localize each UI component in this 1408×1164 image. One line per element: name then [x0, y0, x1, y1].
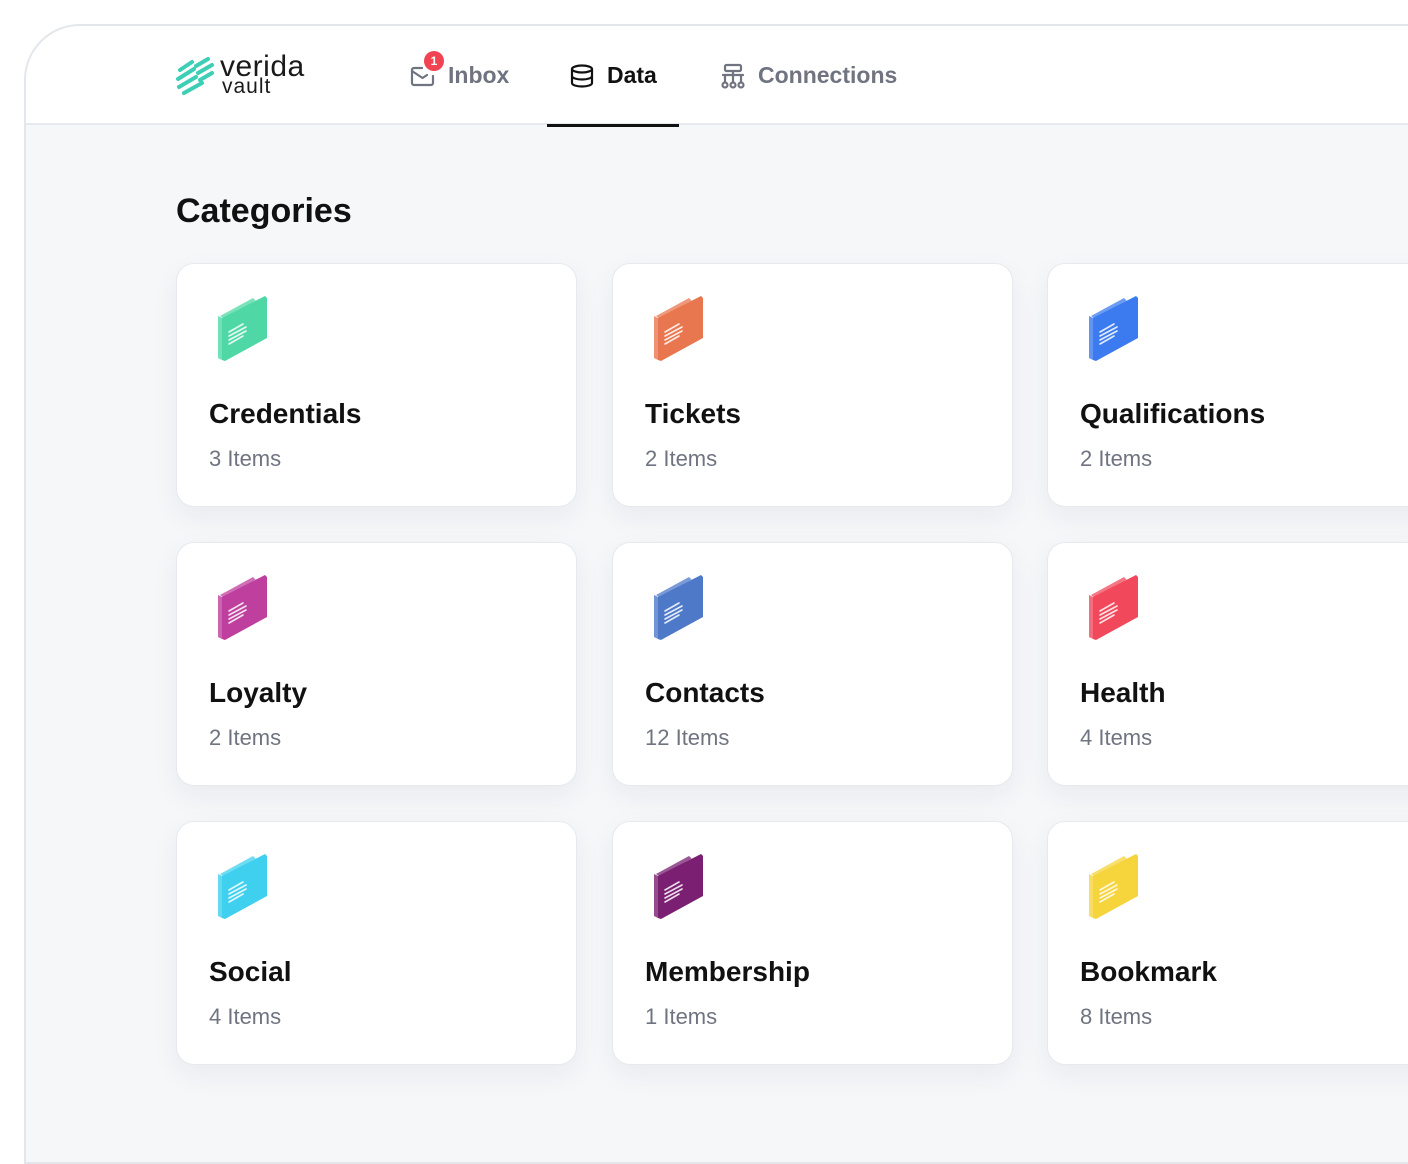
category-item-count: 2 Items	[645, 446, 718, 471]
folder-icon	[215, 296, 271, 362]
folder-icon	[1086, 296, 1142, 362]
category-card-membership[interactable]: Membership 1 Items	[612, 821, 1013, 1065]
nav-tab-connections[interactable]: Connections	[720, 26, 897, 125]
category-name: Loyalty	[209, 677, 308, 708]
category-name: Contacts	[645, 677, 765, 708]
category-item-count: 2 Items	[209, 725, 282, 750]
category-card-loyalty[interactable]: Loyalty 2 Items	[176, 542, 577, 786]
category-item-count: 12 Items	[645, 725, 730, 750]
inbox-unread-badge: 1	[424, 50, 444, 71]
category-card-tickets[interactable]: Tickets 2 Items	[612, 263, 1013, 507]
folder-icon	[1086, 575, 1142, 641]
nav-tab-label: Data	[607, 62, 657, 88]
category-item-count: 4 Items	[1080, 725, 1153, 750]
app-window: verida vault 1 Inbox Data Connections Ca…	[24, 24, 1408, 1164]
connections-icon	[720, 63, 746, 89]
nav-tab-label: Connections	[758, 62, 898, 88]
category-name: Bookmark	[1080, 956, 1217, 987]
category-item-count: 4 Items	[209, 1004, 282, 1029]
category-name: Credentials	[209, 398, 362, 429]
verida-vault-logo[interactable]: verida vault	[174, 52, 314, 100]
folder-icon	[1086, 854, 1142, 920]
folder-icon	[215, 575, 271, 641]
nav-tab-inbox[interactable]: 1 Inbox	[410, 26, 509, 125]
category-card-contacts[interactable]: Contacts 12 Items	[612, 542, 1013, 786]
folder-icon	[651, 854, 707, 920]
category-item-count: 8 Items	[1080, 1004, 1153, 1029]
folder-icon	[651, 575, 707, 641]
top-navigation-bar: verida vault 1 Inbox Data Connections	[26, 26, 1408, 127]
category-card-health[interactable]: Health 4 Items	[1047, 542, 1408, 786]
inbox-icon: 1	[410, 50, 444, 89]
category-name: Membership	[645, 956, 810, 987]
category-name: Social	[209, 956, 292, 987]
category-card-qualifications[interactable]: Qualifications 2 Items	[1047, 263, 1408, 507]
category-item-count: 3 Items	[209, 446, 282, 471]
brand-subtitle: vault	[222, 75, 272, 98]
verida-logo-mark-icon	[176, 57, 214, 95]
category-card-bookmark[interactable]: Bookmark 8 Items	[1047, 821, 1408, 1065]
nav-tab-label: Inbox	[448, 62, 510, 88]
folder-icon	[215, 854, 271, 920]
page-title: Categories	[176, 192, 352, 230]
category-card-credentials[interactable]: Credentials 3 Items	[176, 263, 577, 507]
category-name: Qualifications	[1080, 398, 1266, 429]
category-name: Tickets	[645, 398, 741, 429]
category-item-count: 1 Items	[645, 1004, 718, 1029]
category-card-social[interactable]: Social 4 Items	[176, 821, 577, 1065]
database-icon	[569, 63, 595, 89]
nav-tab-data[interactable]: Data	[547, 26, 679, 127]
category-item-count: 2 Items	[1080, 446, 1153, 471]
category-name: Health	[1080, 677, 1166, 708]
folder-icon	[651, 296, 707, 362]
